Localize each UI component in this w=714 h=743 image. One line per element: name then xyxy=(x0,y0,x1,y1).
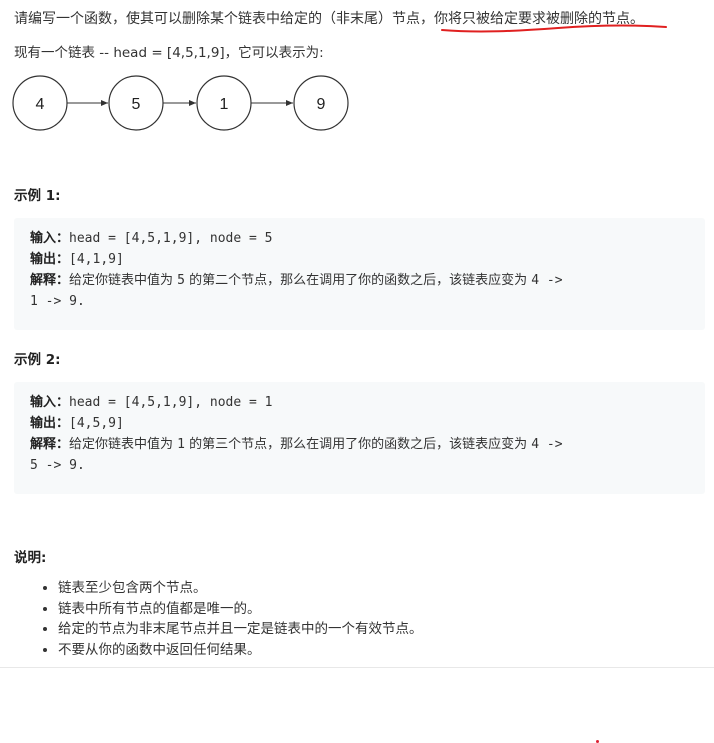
list-node-label: 4 xyxy=(36,96,45,113)
example-2-explain-row: 解释：给定你链表中值为 1 的第三个节点，那么在调用了你的函数之后，该链表应变为… xyxy=(30,434,705,455)
note-item: 链表中所有节点的值都是唯一的。 xyxy=(58,599,714,620)
list-node-label: 9 xyxy=(317,96,326,113)
problem-description: 请编写一个函数，使其可以删除某个链表中给定的（非末尾）节点，你将只被给定要求被删… xyxy=(0,0,714,743)
output-value: [4,5,9] xyxy=(69,416,124,431)
output-label: 输出： xyxy=(30,416,70,431)
input-label: 输入： xyxy=(30,231,70,246)
explain-result-a: 4 -> xyxy=(531,273,563,288)
explain-text-a: 给定你链表中值为 xyxy=(69,273,178,288)
section-divider xyxy=(0,667,714,668)
explain-value: 1 xyxy=(177,437,185,452)
example-1-codebox: 输入：head = [4,5,1,9], node = 5 输出：[4,1,9]… xyxy=(14,218,705,330)
linked-list-diagram: 4 5 1 9 xyxy=(12,75,349,131)
explain-text-b: 的第二个节点，那么在调用了你的函数之后，该链表应变为 xyxy=(184,273,532,288)
example-2-codebox: 输入：head = [4,5,1,9], node = 1 输出：[4,5,9]… xyxy=(14,382,705,494)
example-2-title: 示例 2: xyxy=(14,352,61,368)
output-value: [4,1,9] xyxy=(69,252,124,267)
list-node-label: 1 xyxy=(220,96,229,113)
list-node-label: 5 xyxy=(132,96,141,113)
input-value: head = [4,5,1,9], node = 5 xyxy=(69,231,273,246)
notes-list: 链表至少包含两个节点。 链表中所有节点的值都是唯一的。 给定的节点为非末尾节点并… xyxy=(14,578,714,660)
example-2-output-row: 输出：[4,5,9] xyxy=(30,413,705,434)
example-1-title: 示例 1: xyxy=(14,188,61,204)
explain-text-b: 的第三个节点，那么在调用了你的函数之后，该链表应变为 xyxy=(184,437,532,452)
explain-label: 解释： xyxy=(30,437,70,452)
input-label: 输入： xyxy=(30,395,70,410)
example-1-explain-row: 解释：给定你链表中值为 5 的第二个节点，那么在调用了你的函数之后，该链表应变为… xyxy=(30,270,705,291)
example-1-explain-continued: 1 -> 9. xyxy=(30,294,85,309)
red-underline-annotation xyxy=(441,24,667,33)
example-1-input-row: 输入：head = [4,5,1,9], node = 5 xyxy=(30,228,705,249)
explain-label: 解释： xyxy=(30,273,70,288)
list-description: 现有一个链表 -- head = [4,5,1,9]，它可以表示为: xyxy=(14,45,324,61)
example-2-input-row: 输入：head = [4,5,1,9], node = 1 xyxy=(30,392,705,413)
example-1-output-row: 输出：[4,1,9] xyxy=(30,249,705,270)
intro-text: 请编写一个函数，使其可以删除某个链表中给定的（非末尾）节点， xyxy=(14,11,434,27)
explain-value: 5 xyxy=(177,273,185,288)
explain-result-a: 4 -> xyxy=(531,437,563,452)
note-item: 不要从你的函数中返回任何结果。 xyxy=(58,640,714,661)
output-label: 输出： xyxy=(30,252,70,267)
input-value: head = [4,5,1,9], node = 1 xyxy=(69,395,273,410)
notes-title: 说明: xyxy=(14,550,47,566)
note-item: 链表至少包含两个节点。 xyxy=(58,578,714,599)
explain-text-a: 给定你链表中值为 xyxy=(69,437,178,452)
note-item: 给定的节点为非末尾节点并且一定是链表中的一个有效节点。 xyxy=(58,619,714,640)
example-2-explain-continued: 5 -> 9. xyxy=(30,458,85,473)
